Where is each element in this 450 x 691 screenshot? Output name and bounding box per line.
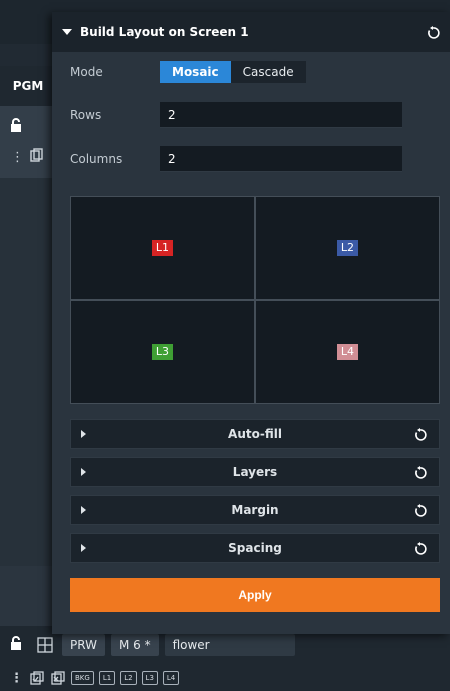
layout-preview-grid: L1 L2 L3 L4 xyxy=(70,196,440,404)
section-label: Auto-fill xyxy=(228,427,282,441)
panel-header[interactable]: Build Layout on Screen 1 xyxy=(52,12,450,52)
copy-icon[interactable] xyxy=(30,148,44,164)
kebab-icon[interactable]: ⋮ xyxy=(10,671,24,686)
check-copy-icon[interactable] xyxy=(29,670,45,686)
layer-tag-l3: L3 xyxy=(151,344,174,360)
columns-row: Columns 2 xyxy=(70,146,402,172)
prw-button[interactable]: PRW xyxy=(62,634,105,656)
reset-icon[interactable] xyxy=(413,427,427,441)
reset-icon[interactable] xyxy=(413,465,427,479)
panel-title: Build Layout on Screen 1 xyxy=(80,25,249,39)
delete-copy-icon[interactable] xyxy=(50,670,66,686)
apply-button[interactable]: Apply xyxy=(70,578,440,612)
section-label: Layers xyxy=(232,465,278,479)
mode-toggle: Mosaic Cascade xyxy=(160,61,306,83)
columns-input[interactable]: 2 xyxy=(160,146,402,172)
mode-cascade-button[interactable]: Cascade xyxy=(230,61,306,83)
mode-row: Mode Mosaic Cascade xyxy=(70,61,306,83)
rows-label: Rows xyxy=(70,108,102,122)
mode-label: Mode xyxy=(70,65,103,79)
tag-l3[interactable]: L3 xyxy=(141,671,158,685)
section-spacing[interactable]: Spacing xyxy=(70,533,440,563)
mode-mosaic-button[interactable]: Mosaic xyxy=(160,61,231,83)
layout-grid-icon[interactable] xyxy=(34,634,56,656)
background-column xyxy=(0,178,60,568)
layout-cell-l2[interactable]: L2 xyxy=(256,197,439,299)
tag-l2[interactable]: L2 xyxy=(120,671,137,685)
rows-row: Rows 2 xyxy=(70,102,402,128)
layer-row-background xyxy=(0,106,60,178)
collapse-caret-icon[interactable] xyxy=(62,29,72,35)
tag-l1[interactable]: L1 xyxy=(98,671,116,685)
mode-chip[interactable]: M 6 * xyxy=(110,634,159,656)
tag-l4[interactable]: L4 xyxy=(162,671,180,685)
layout-name-field[interactable]: flower xyxy=(164,634,295,656)
reset-icon[interactable] xyxy=(413,541,427,555)
columns-label: Columns xyxy=(70,152,123,166)
section-layers[interactable]: Layers xyxy=(70,457,440,487)
reset-icon[interactable] xyxy=(413,503,427,517)
layout-cell-l4[interactable]: L4 xyxy=(256,301,439,403)
kebab-icon[interactable]: ⋮ xyxy=(11,150,24,165)
lock-icon[interactable] xyxy=(10,118,22,136)
bottom-toolbar: PRW M 6 * flower ⋮ BKG L1 L2 L3 L4 xyxy=(0,626,450,691)
layer-tag-l1: L1 xyxy=(151,240,174,256)
build-layout-panel: Build Layout on Screen 1 Mode Mosaic Cas… xyxy=(52,12,450,634)
section-auto-fill[interactable]: Auto-fill xyxy=(70,419,440,449)
section-label: Spacing xyxy=(228,541,282,555)
section-label: Margin xyxy=(231,503,279,517)
lock-icon[interactable] xyxy=(10,636,28,654)
pgm-label: PGM xyxy=(0,66,56,106)
layer-tag-l4: L4 xyxy=(336,344,359,360)
section-margin[interactable]: Margin xyxy=(70,495,440,525)
layer-tag-l2: L2 xyxy=(336,240,359,256)
layout-cell-l1[interactable]: L1 xyxy=(71,197,254,299)
reset-icon[interactable] xyxy=(426,25,440,39)
rows-input[interactable]: 2 xyxy=(160,102,402,128)
tag-bkg[interactable]: BKG xyxy=(71,671,94,685)
layout-cell-l3[interactable]: L3 xyxy=(71,301,254,403)
